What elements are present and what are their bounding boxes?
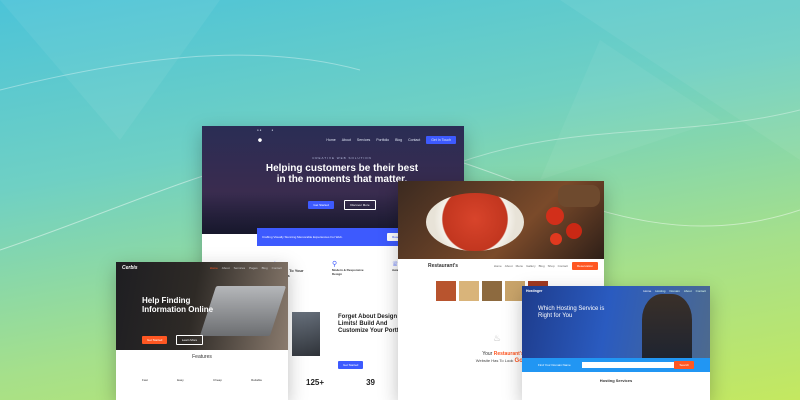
nav-item[interactable]: Menu	[516, 264, 524, 268]
soup-bowl	[426, 193, 524, 251]
hosting-navbar: Hostinger Home Hosting Domain About Cont…	[522, 286, 710, 296]
nav-item[interactable]: Contact	[558, 264, 568, 268]
domain-search-bar: Find Your Domain Name Search	[522, 358, 710, 372]
nav-item[interactable]: Contact	[696, 289, 706, 293]
cerbis-headline: Help Finding Information Online	[142, 296, 214, 314]
nav-item[interactable]: About	[342, 138, 351, 142]
agency-tagline: Creative Web Solution	[312, 156, 372, 160]
template-screenshot-cerbis[interactable]: Cerbis Home About Services Pages Blog Co…	[116, 262, 288, 400]
feature-col: Easy	[177, 378, 184, 382]
nav-item[interactable]: Domain	[669, 289, 679, 293]
cerbis-navbar: Cerbis Home About Services Pages Blog Co…	[116, 262, 288, 274]
cerbis-logo[interactable]: Cerbis	[122, 265, 138, 271]
feature-col: Reliable	[251, 378, 262, 382]
hosting-hero: Hostinger Home Hosting Domain About Cont…	[522, 286, 710, 358]
cerbis-features-title: Features	[192, 354, 212, 360]
chef-hat-icon: ♨	[493, 333, 502, 343]
get-in-touch-button[interactable]: Get In Touch	[426, 136, 456, 144]
reservation-button[interactable]: Reservation	[571, 262, 598, 270]
man-photo	[642, 294, 692, 358]
nav-item[interactable]: Home	[326, 138, 335, 142]
bread	[558, 185, 600, 207]
nav-item[interactable]: Blog	[262, 266, 268, 270]
restaurant-navbar: Restaurant's Home About Menu Gallery Blo…	[428, 261, 598, 271]
nav-item[interactable]: Services	[357, 138, 370, 142]
nav-item[interactable]: Portfolio	[376, 138, 389, 142]
food-thumb	[436, 281, 456, 301]
nav-item[interactable]: About	[505, 264, 513, 268]
nav-item[interactable]: Blog	[395, 138, 402, 142]
feature-col: Cheap	[213, 378, 222, 382]
nav-item[interactable]: Hosting	[655, 289, 665, 293]
nav-item[interactable]: Home	[210, 266, 218, 270]
agency-banner: Crafting Visually Stunning Memorable Exp…	[257, 228, 417, 246]
food-thumb	[459, 281, 479, 301]
nav-item[interactable]: Shop	[548, 264, 555, 268]
nav-item[interactable]: Home	[494, 264, 502, 268]
nav-item[interactable]: Gallery	[526, 264, 536, 268]
feature-col: Fast	[142, 378, 148, 382]
nav-item[interactable]: Services	[234, 266, 246, 270]
cerbis-get-started-button[interactable]: Get Started	[142, 336, 168, 344]
tomato	[550, 233, 562, 245]
soup-photo	[398, 181, 604, 259]
nav-item[interactable]: Pages	[249, 266, 258, 270]
nav-item[interactable]: Contact	[408, 138, 420, 142]
domain-search-input[interactable]	[582, 362, 675, 368]
agency-topbar: ● ● ●	[257, 127, 274, 132]
nav-item[interactable]: About	[684, 289, 692, 293]
template-screenshot-hosting[interactable]: Hostinger Home Hosting Domain About Cont…	[522, 286, 710, 400]
nav-item[interactable]: Home	[643, 289, 651, 293]
restaurant-logo[interactable]: Restaurant's	[428, 263, 458, 269]
agency-navbar: ⬤ Home About Services Portfolio Blog Con…	[202, 133, 464, 147]
cerbis-learn-more-button[interactable]: Learn More	[175, 335, 204, 345]
tomato	[546, 207, 564, 225]
person-photo	[292, 312, 320, 356]
nav-item[interactable]: Blog	[539, 264, 545, 268]
domain-search-button[interactable]: Search	[674, 361, 694, 369]
domain-search-label: Find Your Domain Name	[538, 363, 571, 367]
hosting-headline: Which Hosting Service is Right for You	[538, 306, 605, 319]
stat-value: 39	[366, 378, 376, 387]
nav-item[interactable]: About	[222, 266, 230, 270]
cerbis-hero: Cerbis Home About Services Pages Blog Co…	[116, 262, 288, 350]
discover-more-button[interactable]: Discover More	[344, 200, 376, 210]
hosting-services-title: Hosting Services	[599, 378, 633, 383]
food-thumb	[482, 281, 502, 301]
nav-item[interactable]: Contact	[272, 266, 282, 270]
portfolio-get-started-button[interactable]: Get Started	[338, 361, 364, 369]
hosting-logo[interactable]: Hostinger	[526, 289, 542, 293]
stat-value: 125+	[306, 378, 325, 387]
agency-logo[interactable]: ⬤	[258, 138, 262, 142]
tomato	[566, 223, 582, 239]
search-icon: ⚲	[332, 261, 338, 268]
get-started-button[interactable]: Get Started	[308, 201, 334, 209]
cerbis-features: Fast Easy Cheap Reliable	[142, 378, 262, 382]
